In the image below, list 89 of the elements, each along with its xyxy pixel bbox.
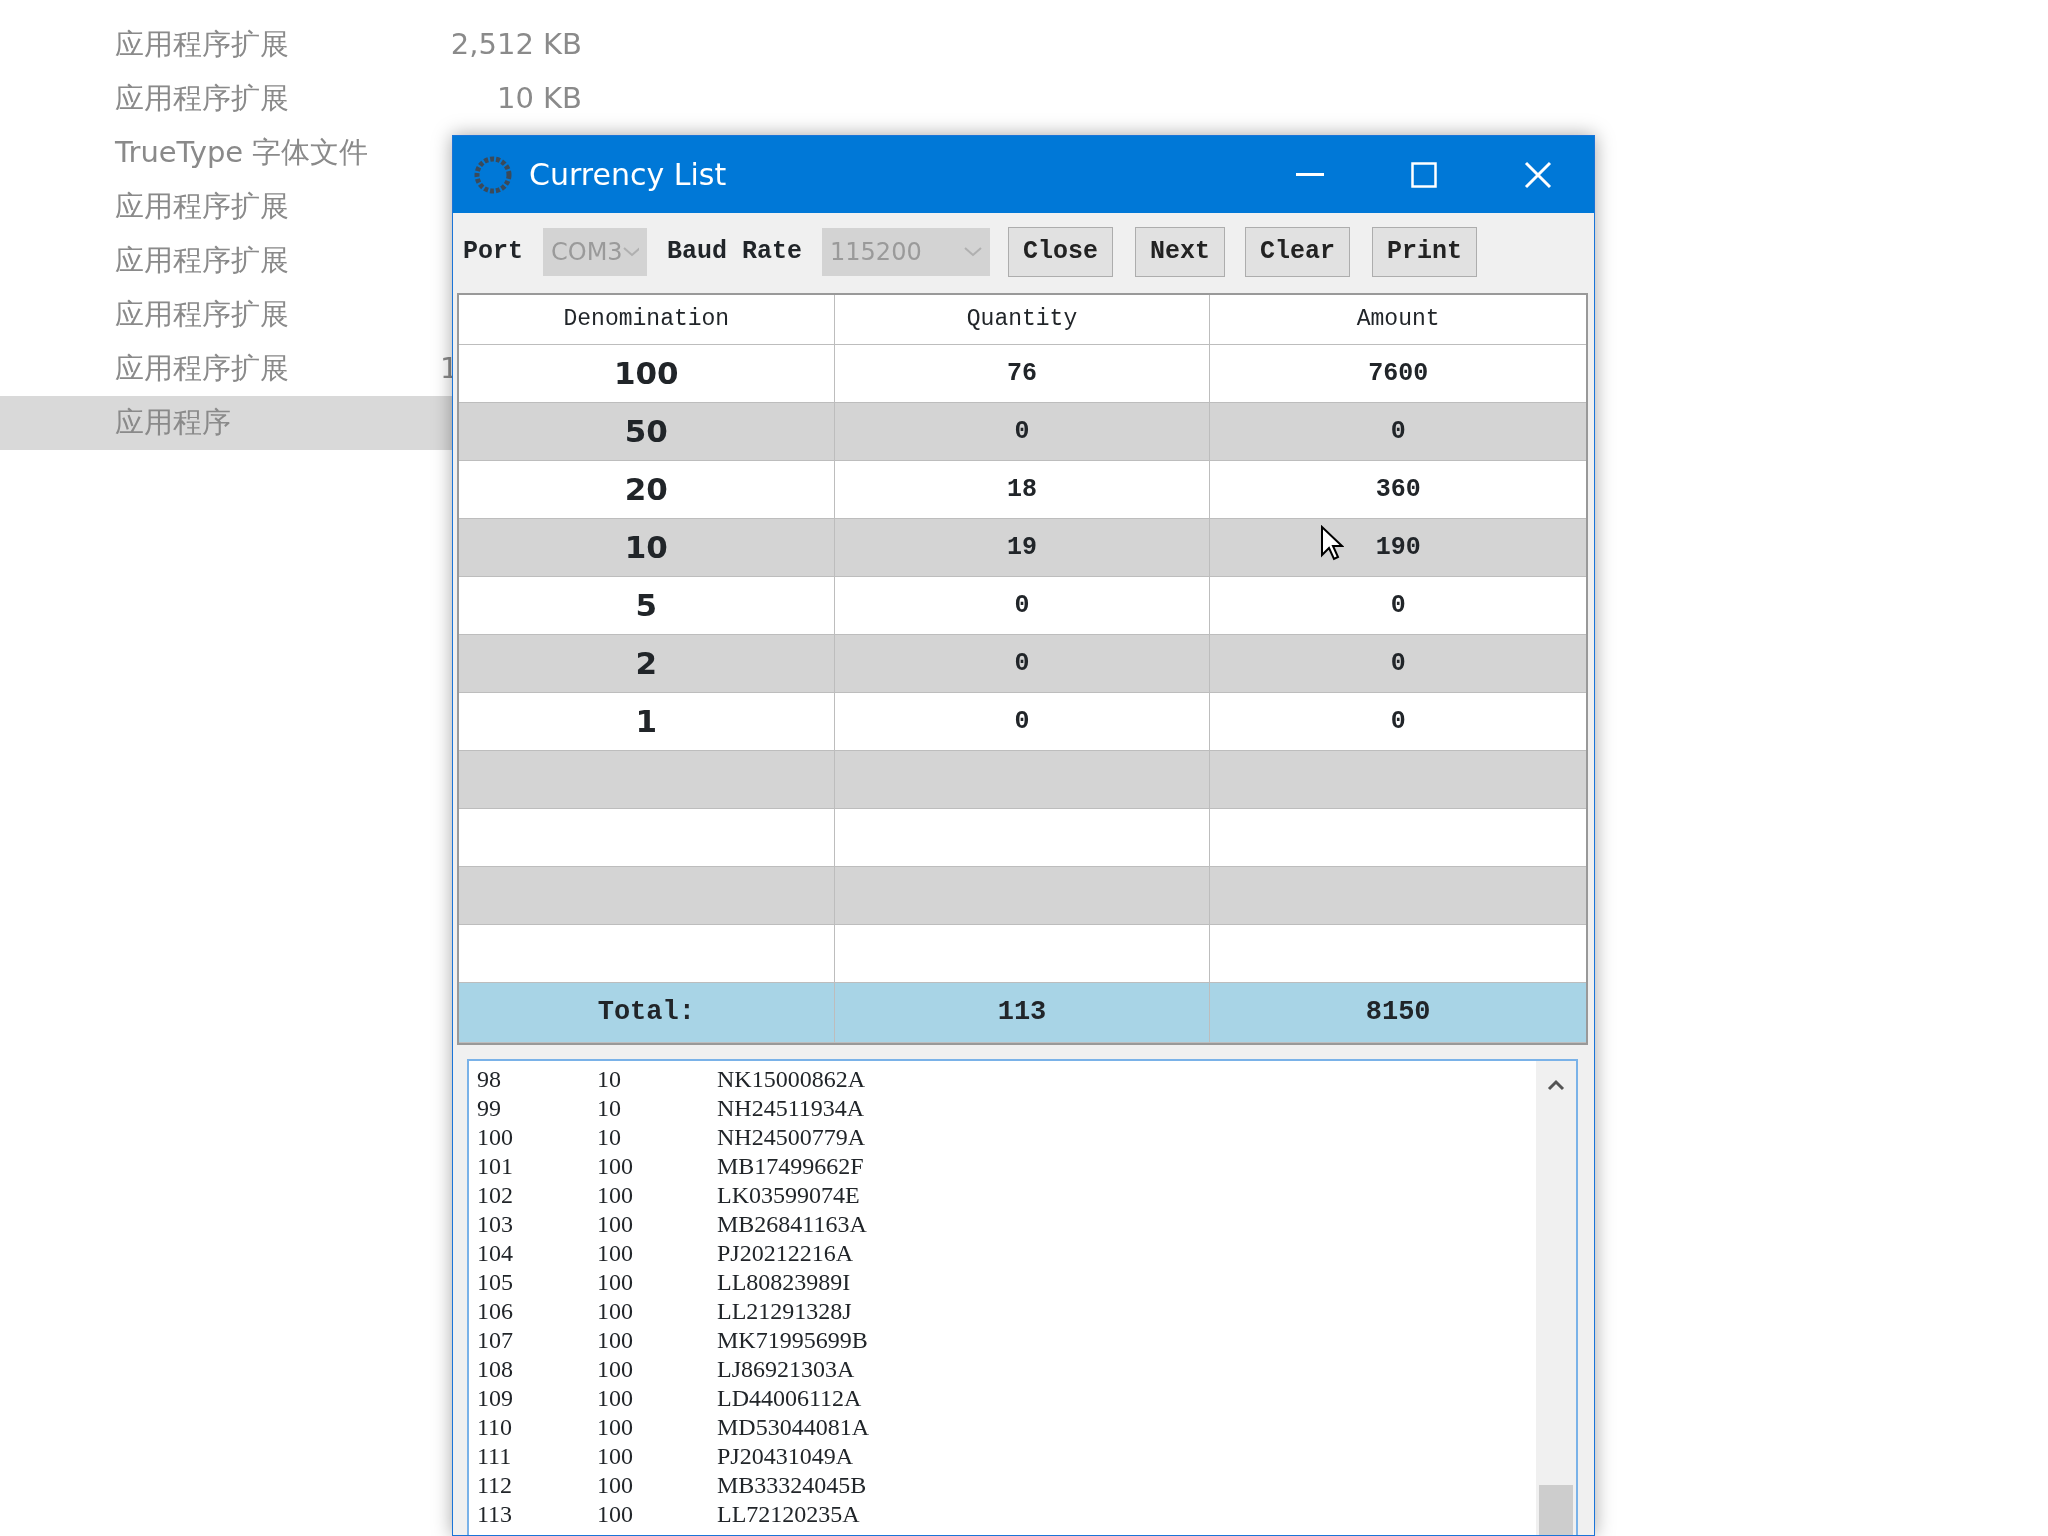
log-text: 107 [477, 1326, 514, 1355]
file-type: 应用程序扩展 [115, 242, 290, 280]
file-type: TrueType 字体文件 [115, 134, 370, 172]
table-cell: 2 [459, 635, 835, 693]
chevron-down-icon [964, 247, 983, 257]
column-header: Denomination [459, 295, 835, 345]
log-text: MB33324045B [717, 1471, 867, 1500]
log-text: 100 [597, 1355, 634, 1384]
log-text: 100 [597, 1326, 634, 1355]
log-text: 100 [597, 1384, 634, 1413]
log-text: PJ20431049A [717, 1442, 854, 1471]
log-text: MB26841163A [717, 1210, 867, 1239]
log-text: 100 [597, 1181, 634, 1210]
log-text: 102 [477, 1181, 514, 1210]
log-text: 104 [477, 1239, 514, 1268]
log-text: 100 [597, 1239, 634, 1268]
close-button[interactable]: Close [1008, 227, 1114, 277]
file-type: 应用程序扩展 [115, 350, 290, 388]
baud-rate-label: Baud Rate [667, 236, 803, 269]
next-button[interactable]: Next [1135, 227, 1226, 277]
log-text: 108 [477, 1355, 514, 1384]
log-text: 100 [597, 1442, 634, 1471]
log-text: 98 [477, 1065, 502, 1094]
file-size: 2,512 KB [449, 26, 582, 64]
scroll-up-icon [1547, 1079, 1565, 1091]
table-cell: 0 [834, 403, 1211, 461]
table-cell: 0 [1210, 635, 1586, 693]
chevron-down-icon [622, 247, 639, 257]
scrollbar-thumb[interactable] [1539, 1485, 1573, 1535]
file-type: 应用程序扩展 [115, 26, 290, 64]
file-type: 应用程序扩展 [115, 80, 290, 118]
log-text: LL72120235A [717, 1500, 860, 1529]
log-text: NK15000862A [717, 1065, 865, 1094]
log-text: 111 [477, 1442, 513, 1471]
log-text: 100 [477, 1123, 514, 1152]
log-text: 100 [597, 1471, 634, 1500]
table-cell: 0 [1210, 403, 1586, 461]
log-text: LL21291328J [717, 1297, 852, 1326]
mouse-cursor-icon [1320, 525, 1344, 561]
file-size: 10 KB [495, 80, 582, 118]
file-type: 应用程序 [115, 404, 232, 442]
window-title: Currency List [529, 156, 727, 194]
port-label: Port [463, 236, 523, 269]
log-text: NH24511934A [717, 1094, 865, 1123]
log-text: 100 [597, 1413, 634, 1442]
log-text: 10 [597, 1065, 622, 1094]
clear-button[interactable]: Clear [1245, 227, 1351, 277]
maximize-icon [1411, 161, 1437, 188]
file-type: 应用程序扩展 [115, 188, 290, 226]
log-text: 100 [597, 1500, 634, 1529]
print-button[interactable]: Print [1372, 227, 1478, 277]
log-text: LD44006112A [717, 1384, 862, 1413]
minimize-icon [1296, 172, 1324, 177]
log-text: 113 [477, 1500, 514, 1529]
log-text: 100 [597, 1268, 634, 1297]
log-text: NH24500779A [717, 1123, 865, 1152]
log-text: LK03599074E [717, 1181, 860, 1210]
log-text: 112 [477, 1471, 514, 1500]
table-cell: 50 [459, 403, 835, 461]
total-cell: 8150 [1210, 983, 1586, 1043]
table-cell: 0 [834, 635, 1211, 693]
log-text: 10 [597, 1123, 622, 1152]
total-label: Total: [459, 983, 835, 1043]
log-text: 103 [477, 1210, 514, 1239]
log-text: LL80823989I [717, 1268, 851, 1297]
close-icon [1524, 160, 1552, 189]
log-text: 99 [477, 1094, 502, 1123]
scrollbar[interactable] [1536, 1061, 1576, 1535]
log-text: 10 [597, 1094, 622, 1123]
log-text: 106 [477, 1297, 514, 1326]
log-text: MD53044081A [717, 1413, 869, 1442]
table-cell: 19 [834, 519, 1211, 577]
table-cell: 10 [459, 519, 835, 577]
log-text: 110 [477, 1413, 514, 1442]
log-text: 100 [597, 1152, 634, 1181]
log-text: MK71995699B [717, 1326, 868, 1355]
table-cell: 190 [1210, 519, 1586, 577]
log-text: 100 [597, 1297, 634, 1326]
total-cell: 113 [834, 983, 1211, 1043]
log-text: PJ20212216A [717, 1239, 854, 1268]
file-type: 应用程序扩展 [115, 296, 290, 334]
column-header: Amount [1210, 295, 1586, 345]
log-text: MB17499662F [717, 1152, 864, 1181]
log-text: 100 [597, 1210, 634, 1239]
column-header: Quantity [834, 295, 1211, 345]
log-text: 109 [477, 1384, 514, 1413]
log-text: LJ86921303A [717, 1355, 855, 1384]
log-text: 105 [477, 1268, 514, 1297]
log-text: 101 [477, 1152, 514, 1181]
